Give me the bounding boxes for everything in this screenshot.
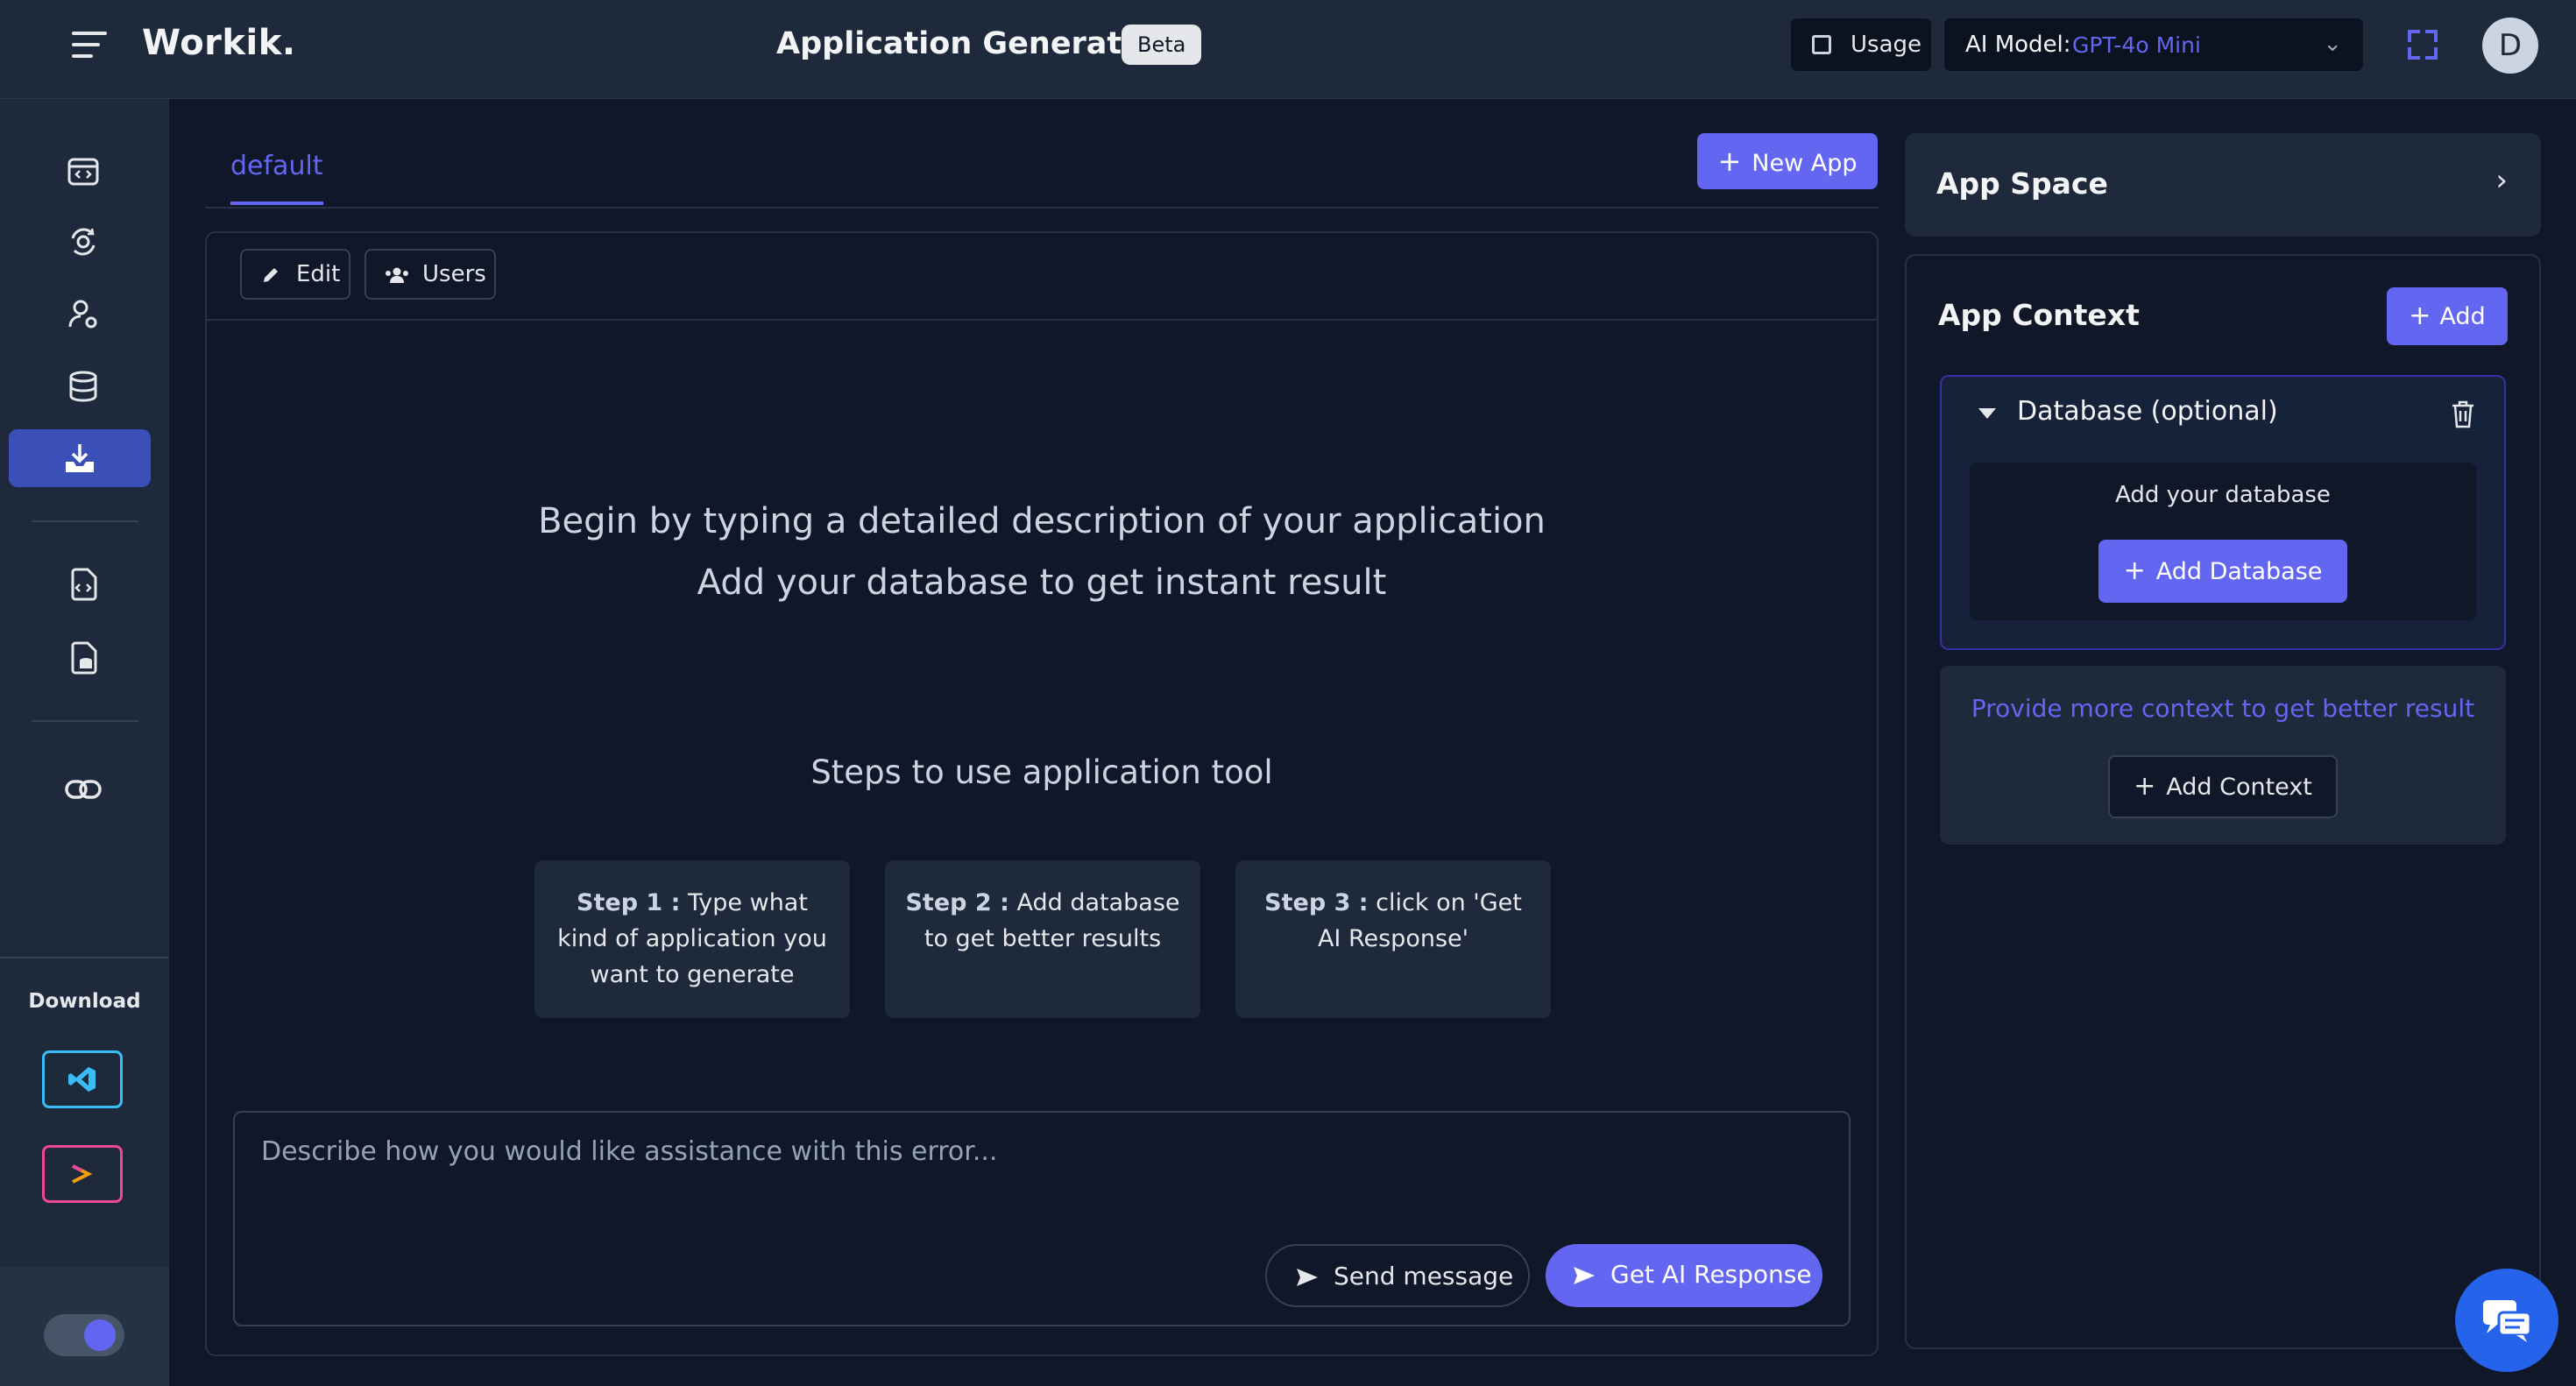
plus-icon: + — [2123, 555, 2146, 586]
link-icon[interactable] — [54, 760, 112, 818]
chat-placeholder: Describe how you would like assistance w… — [261, 1136, 998, 1167]
step-card: Step 1 : Type what kind of application y… — [534, 860, 850, 1018]
usage-label: Usage — [1851, 32, 1922, 58]
add-context-button-top[interactable]: + Add — [2387, 287, 2508, 345]
tab-default[interactable]: default — [230, 151, 323, 181]
users-icon — [386, 267, 408, 283]
database-icon[interactable] — [54, 357, 112, 415]
ai-model-value: GPT-4o Mini — [2072, 32, 2201, 58]
step-label: Step 1 : — [577, 889, 681, 916]
doc-db-icon[interactable] — [54, 629, 112, 687]
fullscreen-icon[interactable] — [2408, 30, 2438, 60]
user-settings-icon[interactable] — [54, 286, 112, 343]
send-message-label: Send message — [1334, 1262, 1514, 1291]
edit-label: Edit — [296, 261, 341, 287]
intro-line-2: Add your database to get instant result — [697, 562, 1387, 603]
usage-button[interactable]: Usage — [1790, 18, 1932, 72]
doc-code-icon[interactable] — [54, 555, 112, 613]
calendar-code-icon[interactable] — [54, 143, 112, 201]
caret-down-icon[interactable] — [1978, 408, 1996, 419]
add-label: Add — [2439, 303, 2486, 330]
ai-model-select[interactable]: AI Model: GPT-4o Mini ⌄ — [1943, 18, 2364, 72]
sidebar-divider — [32, 720, 138, 722]
database-title[interactable]: Database (optional) — [2017, 396, 2278, 427]
edit-button[interactable]: Edit — [240, 249, 350, 300]
chat-bubble-icon — [2483, 1300, 2532, 1342]
ai-model-label: AI Model: — [1965, 32, 2071, 58]
plus-icon: + — [1717, 145, 1742, 178]
chart-icon — [1812, 35, 1831, 54]
theme-toggle[interactable] — [44, 1314, 124, 1356]
app-context-title: App Context — [1938, 298, 2140, 332]
trash-icon[interactable] — [2450, 400, 2476, 429]
users-label: Users — [422, 261, 486, 287]
pencil-icon — [264, 268, 278, 282]
moon-icon — [84, 1319, 116, 1351]
app-space-title: App Space — [1936, 166, 2108, 201]
add-database-button[interactable]: + Add Database — [2098, 540, 2347, 603]
api-sync-icon[interactable] — [54, 213, 112, 271]
tab-divider — [205, 207, 1879, 209]
add-context-label: Add Context — [2166, 774, 2312, 801]
tab-indicator — [230, 202, 323, 205]
beta-badge: Beta — [1122, 25, 1202, 65]
new-app-label: New App — [1752, 150, 1858, 177]
logo[interactable]: Workik. — [142, 23, 296, 63]
add-database-label: Add Database — [2155, 558, 2323, 585]
scrolled-heading — [789, 301, 1139, 321]
new-app-button[interactable]: + New App — [1697, 133, 1878, 189]
send-icon — [1574, 1267, 1595, 1284]
database-prompt: Add your database — [2115, 482, 2331, 508]
plus-icon: + — [2134, 771, 2156, 802]
step-card: Step 2 : Add database to get better resu… — [885, 860, 1200, 1018]
steps-title: Steps to use application tool — [810, 753, 1273, 791]
step-label: Step 2 : — [905, 889, 1009, 916]
download-tray-icon[interactable] — [9, 429, 151, 487]
add-context-button[interactable]: + Add Context — [2108, 755, 2338, 818]
send-message-button[interactable]: Send message — [1265, 1244, 1530, 1307]
vscode-button[interactable] — [42, 1050, 123, 1108]
sidebar-divider — [0, 957, 169, 958]
top-bar: Workik. Application Generator Beta Usage… — [0, 0, 2576, 99]
chevron-down-icon: ⌄ — [2323, 31, 2342, 57]
chat-support-button[interactable] — [2455, 1269, 2558, 1372]
more-context-hint: Provide more context to get better resul… — [1971, 694, 2475, 723]
menu-icon[interactable] — [72, 32, 107, 61]
get-ai-response-label: Get AI Response — [1610, 1260, 1812, 1289]
jetbrains-icon — [72, 1164, 93, 1184]
sidebar-divider — [32, 520, 138, 522]
send-icon — [1297, 1269, 1318, 1286]
get-ai-response-button[interactable]: Get AI Response — [1546, 1244, 1822, 1307]
page-title: Application Generator — [776, 26, 1158, 61]
plus-icon: + — [2409, 301, 2431, 331]
users-button[interactable]: Users — [364, 249, 496, 300]
chevron-right-icon: › — [2495, 163, 2508, 198]
step-card: Step 3 : click on 'Get AI Response' — [1235, 860, 1551, 1018]
download-label: Download — [28, 990, 141, 1013]
avatar[interactable]: D — [2482, 18, 2538, 74]
jetbrains-button[interactable] — [42, 1145, 123, 1203]
app-space-panel[interactable]: App Space › — [1905, 133, 2541, 237]
vscode-icon — [68, 1067, 96, 1092]
intro-line-1: Begin by typing a detailed description o… — [538, 501, 1546, 541]
step-label: Step 3 : — [1264, 889, 1369, 916]
